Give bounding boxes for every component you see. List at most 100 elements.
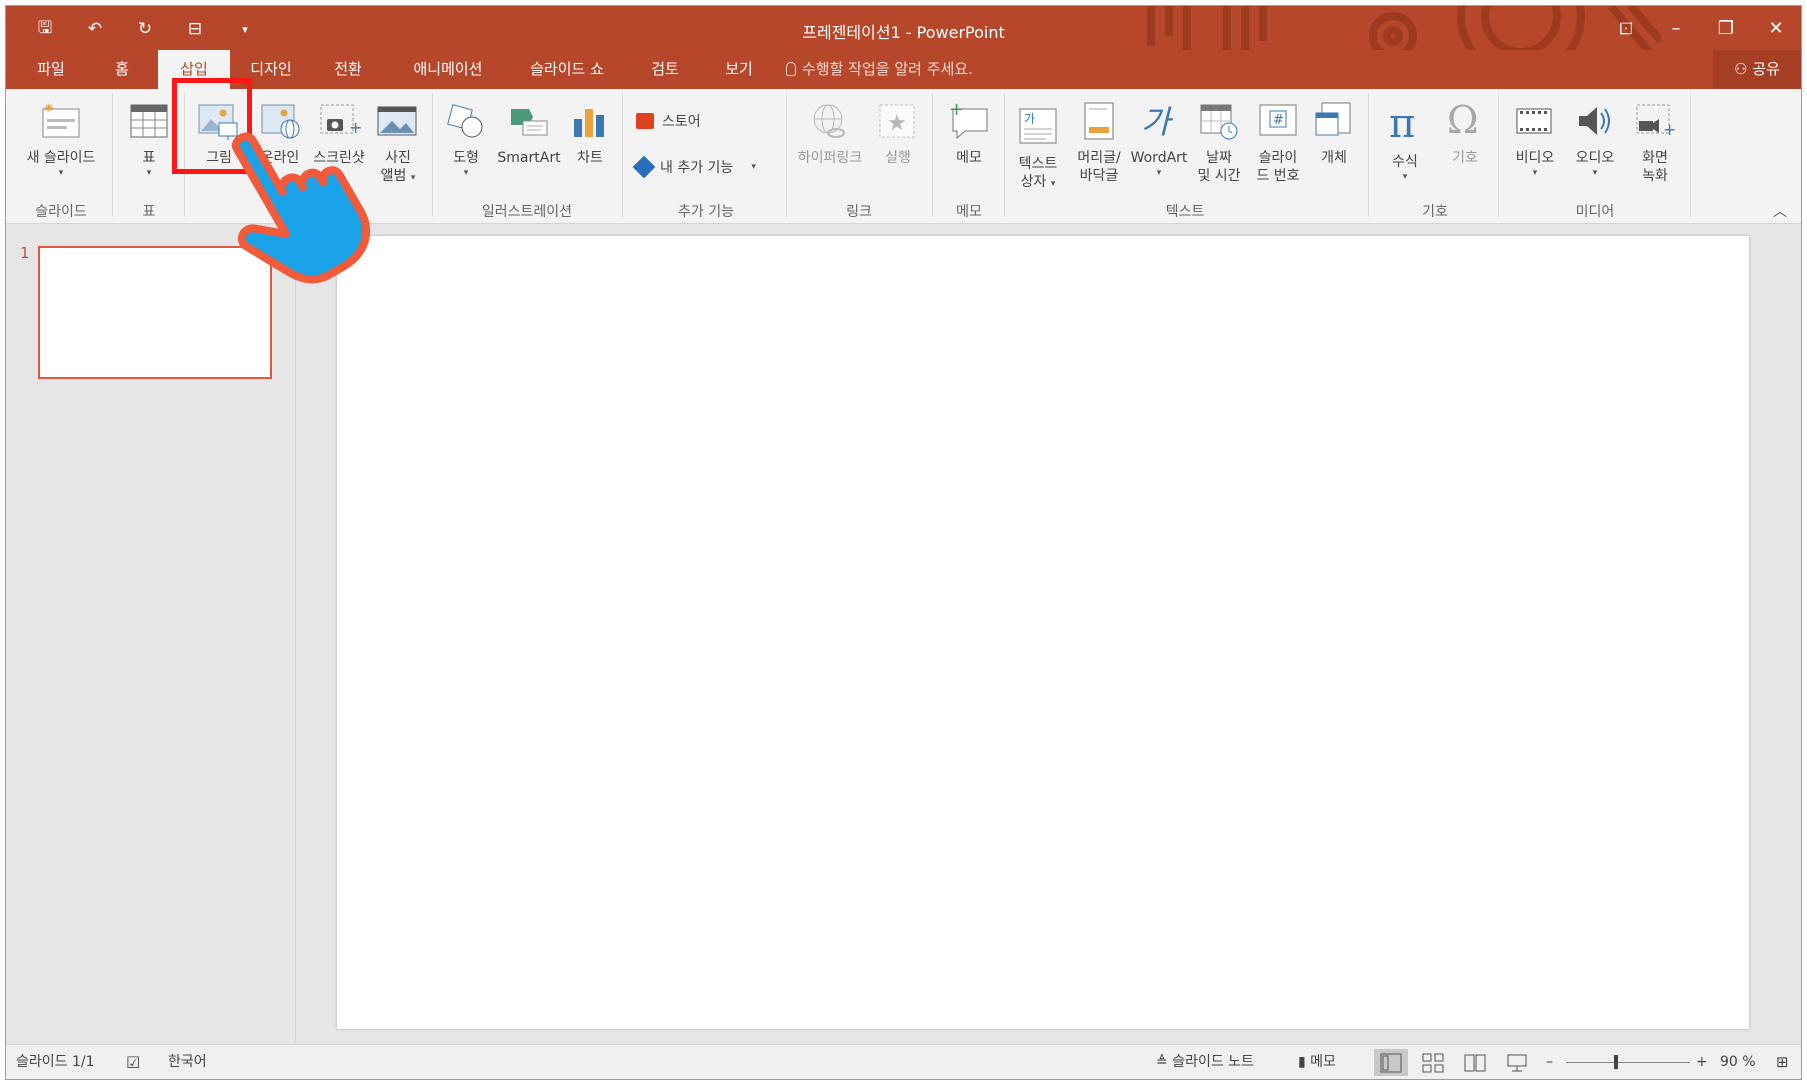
comment-button[interactable]: + 메모 [936, 89, 1002, 197]
shapes-icon [447, 104, 483, 138]
tab-home[interactable]: 홈 [86, 50, 158, 89]
screen-recording-label-2: 녹화 [1642, 168, 1668, 184]
thumbnail-number: 1 [20, 244, 30, 262]
header-footer-label-2: 바닥글 [1079, 168, 1119, 184]
my-addins-label: 내 추가 기능 [660, 160, 734, 176]
slide-canvas[interactable] [337, 236, 1749, 1029]
reading-view-icon[interactable] [1458, 1049, 1492, 1076]
group-separator [1004, 93, 1005, 217]
collapse-ribbon-icon[interactable]: ︿ [1773, 201, 1787, 221]
date-time-button[interactable]: 날짜 및 시간 [1188, 89, 1250, 197]
notes-button[interactable]: ≜ 슬라이드 노트 [1156, 1045, 1254, 1079]
group-separator [432, 93, 433, 217]
store-icon [636, 113, 654, 129]
slide-number-button[interactable]: # 슬라이 드 번호 [1248, 89, 1308, 197]
symbol-label: 기호 [1452, 150, 1478, 166]
tab-slideshow[interactable]: 슬라이드 쇼 [512, 50, 622, 89]
spellcheck-icon[interactable]: ☑ [126, 1045, 140, 1079]
comments-button[interactable]: ▮ 메모 [1298, 1045, 1336, 1079]
group-separator [1368, 93, 1369, 217]
hyperlink-button[interactable]: 하이퍼링크 [790, 89, 870, 197]
smartart-button[interactable]: SmartArt [494, 89, 564, 197]
new-slide-button[interactable]: ✷ 새 슬라이드 ▾ [12, 89, 110, 197]
group-label-illustrations: 일러스트레이션 [481, 204, 573, 220]
new-slide-label: 새 슬라이드 [26, 150, 96, 166]
slide-number-label-2: 드 번호 [1256, 168, 1300, 184]
close-button[interactable]: ✕ [1751, 6, 1801, 50]
wordart-icon: 가 [1141, 103, 1174, 141]
svg-text:+: + [1663, 120, 1676, 139]
svg-text:Ω: Ω [1447, 101, 1479, 141]
svg-text:★: ★ [887, 111, 907, 136]
object-button[interactable]: 개체 [1306, 89, 1362, 197]
addins-icon [632, 155, 656, 179]
video-label: 비디오 [1515, 150, 1555, 166]
store-button[interactable]: 스토어 [636, 111, 701, 131]
slideshow-icon[interactable] [1500, 1049, 1534, 1076]
chevron-down-icon: ▾ [1532, 168, 1538, 178]
action-label: 실행 [885, 150, 911, 166]
chevron-down-icon: ▾ [751, 162, 756, 172]
shapes-button[interactable]: 도형 ▾ [436, 89, 496, 197]
restore-button[interactable]: ❐ [1701, 6, 1751, 50]
tab-animations[interactable]: 애니메이션 [384, 50, 512, 89]
zoom-in-button[interactable]: + [1696, 1045, 1708, 1079]
slide-thumbnail-pane: 1 [6, 224, 296, 1046]
header-footer-button[interactable]: 머리글/ 바닥글 [1068, 89, 1130, 197]
wordart-button[interactable]: 가 WordArt ▾ [1128, 89, 1190, 197]
notes-label: 슬라이드 노트 [1172, 1054, 1254, 1070]
audio-button[interactable]: 오디오 ▾ [1564, 89, 1626, 197]
speaker-icon [1579, 107, 1610, 135]
object-label: 개체 [1321, 150, 1347, 166]
table-icon [130, 104, 168, 138]
textbox-button[interactable]: 가 텍스트 상자 ▾ [1008, 89, 1068, 197]
comment-label: 메모 [956, 150, 982, 166]
svg-text:가: 가 [1141, 103, 1174, 141]
action-button[interactable]: ★ 실행 [868, 89, 928, 197]
share-button[interactable]: ⚇ 공유 [1713, 50, 1801, 89]
symbol-button[interactable]: Ω 기호 [1434, 89, 1496, 197]
share-label: 공유 [1752, 60, 1780, 78]
group-label-media: 미디어 [1575, 204, 1615, 220]
slide-indicator: 슬라이드 1/1 [16, 1054, 95, 1070]
normal-view-icon[interactable] [1374, 1049, 1408, 1076]
my-addins-button[interactable]: 내 추가 기능 ▾ [632, 155, 756, 179]
group-separator [1690, 93, 1691, 217]
photo-album-label-2: 앨범 ▾ [380, 168, 416, 184]
tell-me-box[interactable]: 수행할 작업을 알려 주세요. [786, 50, 973, 89]
group-label-addins: 추가 기능 [678, 204, 734, 220]
zoom-slider[interactable] [1566, 1062, 1690, 1063]
language-indicator[interactable]: 한국어 [168, 1045, 207, 1079]
svg-text:π: π [1389, 105, 1415, 145]
chart-label: 차트 [577, 150, 603, 166]
equation-label: 수식 [1392, 154, 1418, 170]
zoom-out-button[interactable]: – [1546, 1045, 1553, 1079]
tab-transitions[interactable]: 전환 [312, 50, 384, 89]
wordart-label: WordArt [1130, 150, 1188, 166]
tab-review[interactable]: 검토 [632, 50, 698, 89]
svg-text:#: # [1273, 113, 1284, 128]
svg-text:✷: ✷ [43, 101, 55, 117]
tab-file[interactable]: 파일 [16, 50, 86, 89]
ribbon-tabs: 파일 홈 삽입 디자인 전환 애니메이션 슬라이드 쇼 검토 보기 수행할 작업… [6, 50, 1801, 89]
equation-button[interactable]: π 수식 ▾ [1374, 89, 1436, 197]
svg-text:가: 가 [1024, 112, 1035, 126]
slide-number-label-1: 슬라이 [1258, 150, 1298, 166]
slide-sorter-icon[interactable] [1416, 1049, 1450, 1076]
table-label: 표 [142, 150, 156, 166]
fit-to-window-icon[interactable]: ⊞ [1776, 1045, 1789, 1079]
zoom-slider-thumb[interactable] [1614, 1055, 1618, 1069]
video-button[interactable]: 비디오 ▾ [1504, 89, 1566, 197]
object-icon [1315, 102, 1351, 136]
tab-view[interactable]: 보기 [706, 50, 772, 89]
chevron-down-icon: ▾ [1592, 168, 1598, 178]
person-icon: ⚇ [1734, 60, 1753, 78]
zoom-level[interactable]: 90 % [1720, 1045, 1756, 1079]
svg-text:+: + [949, 101, 964, 120]
slide-number-icon: # [1259, 104, 1297, 136]
screen-recording-button[interactable]: + 화면 녹화 [1624, 89, 1686, 197]
photo-album-button[interactable]: 사진 앨범 ▾ [368, 89, 428, 197]
notes-icon: ≜ [1156, 1054, 1173, 1070]
screen-recording-label-1: 화면 [1642, 150, 1668, 166]
chart-button[interactable]: 차트 [562, 89, 618, 197]
